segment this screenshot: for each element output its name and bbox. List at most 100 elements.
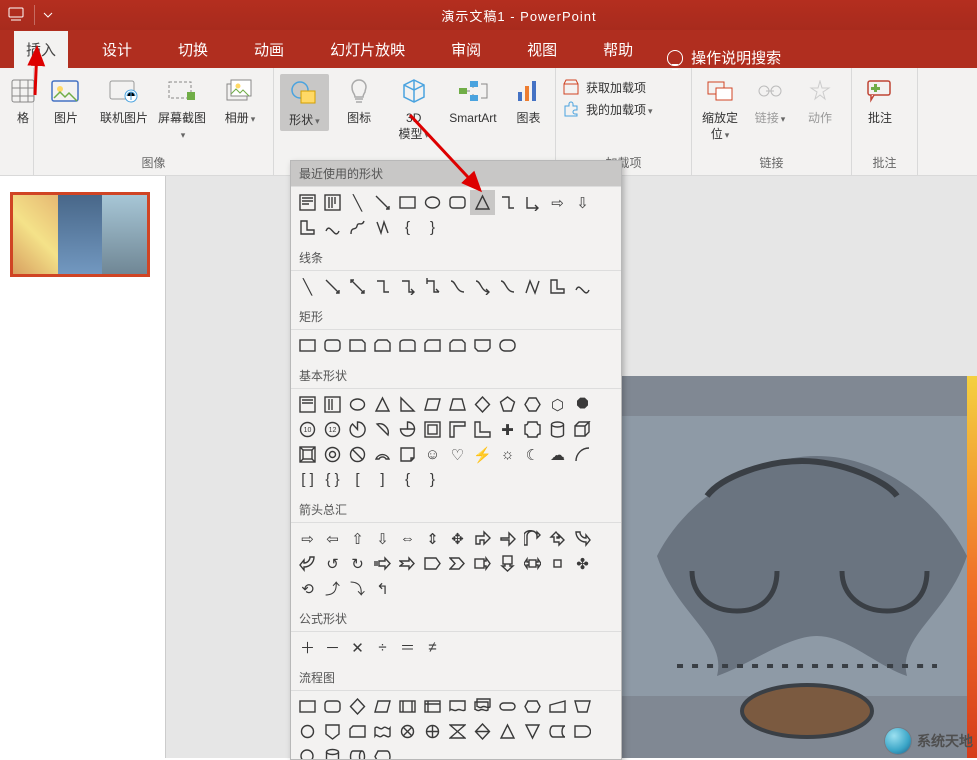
shape-b-octagon[interactable]: ⯃ <box>570 392 595 417</box>
shape-rect9[interactable] <box>495 333 520 358</box>
shape-fc-connector[interactable] <box>295 719 320 744</box>
shape-fc-manual-op[interactable] <box>570 694 595 719</box>
album-button[interactable]: 相册 <box>214 74 266 127</box>
shape-ar-lr[interactable]: ⇔ <box>395 526 420 551</box>
shape-b-lbrace[interactable]: { <box>395 467 420 492</box>
shape-b-arc[interactable] <box>570 442 595 467</box>
shape-fc-data[interactable] <box>370 694 395 719</box>
shape-b-oval[interactable] <box>345 392 370 417</box>
shape-b-diamond[interactable] <box>470 392 495 417</box>
shape-ar-chevron[interactable] <box>445 551 470 576</box>
shape-rect8[interactable] <box>470 333 495 358</box>
shape-eq-divide[interactable]: ÷ <box>370 635 395 660</box>
shape-ar-callout-lr[interactable] <box>520 551 545 576</box>
shape-line[interactable]: ╲ <box>345 190 370 215</box>
tab-help[interactable]: 帮助 <box>591 31 645 68</box>
shape-connector-elbow-arrow[interactable] <box>520 190 545 215</box>
shape-fc-offpage[interactable] <box>320 719 345 744</box>
shape-fc-predef[interactable] <box>395 694 420 719</box>
shape-ar-up[interactable]: ⇧ <box>345 526 370 551</box>
shape-curve-double[interactable] <box>495 274 520 299</box>
tab-design[interactable]: 设计 <box>90 31 144 68</box>
shape-b-brace[interactable]: { } <box>320 467 345 492</box>
presentation-mode-icon[interactable] <box>8 7 26 24</box>
shape-ar-ud[interactable]: ⇕ <box>420 526 445 551</box>
shape-ar-pentagon[interactable] <box>420 551 445 576</box>
shape-ar-leftup[interactable] <box>545 526 570 551</box>
shape-b-lbracket[interactable]: [ <box>345 467 370 492</box>
shape-rect5[interactable] <box>395 333 420 358</box>
shape-b-bracket[interactable]: [ ] <box>295 467 320 492</box>
shape-ar-curved-d[interactable]: ↻ <box>345 551 370 576</box>
shape-b2[interactable] <box>320 392 345 417</box>
shape-rect1[interactable] <box>295 333 320 358</box>
shape-b-nosymbol[interactable] <box>345 442 370 467</box>
shape-l[interactable] <box>295 215 320 240</box>
tab-slideshow[interactable]: 幻灯片放映 <box>318 31 417 68</box>
shape-arrow-line[interactable] <box>370 190 395 215</box>
shape-b-sun[interactable]: ☼ <box>495 442 520 467</box>
shape-b-rbracket[interactable]: ] <box>370 467 395 492</box>
shape-b-cube[interactable] <box>570 417 595 442</box>
shape-b-para[interactable] <box>420 392 445 417</box>
smartart-button[interactable]: SmartArt <box>444 74 502 127</box>
action-button[interactable]: 动作 <box>798 74 842 127</box>
shape-ar-circular[interactable]: ⟲ <box>295 576 320 601</box>
shape-fc-decision[interactable] <box>345 694 370 719</box>
shape-fc-multidoc[interactable] <box>470 694 495 719</box>
tab-transition[interactable]: 切换 <box>166 31 220 68</box>
shape-b-blockarc[interactable] <box>370 442 395 467</box>
shape-b-pentagon[interactable] <box>495 392 520 417</box>
icons-button[interactable]: 图标 <box>335 74 384 127</box>
tab-insert[interactable]: 插入 <box>14 31 68 68</box>
tab-view[interactable]: 视图 <box>515 31 569 68</box>
shape-fc-prep[interactable] <box>520 694 545 719</box>
shape-fc-process[interactable] <box>295 694 320 719</box>
shape-ar-left[interactable]: ⇦ <box>320 526 345 551</box>
shape-scribble2[interactable] <box>570 274 595 299</box>
get-addins-button[interactable]: 获取加载项 <box>562 78 685 96</box>
shape-b-frame[interactable] <box>420 417 445 442</box>
slide-thumbnail-1[interactable] <box>10 192 150 277</box>
shape-line-arrow[interactable] <box>320 274 345 299</box>
shape-arrow-right[interactable]: ⇨ <box>545 190 570 215</box>
shape-fc-terminator[interactable] <box>495 694 520 719</box>
shape-brace-right[interactable]: } <box>420 215 445 240</box>
shape-ar-callout-r[interactable] <box>470 551 495 576</box>
shape-ar-more1[interactable]: ⤴ <box>320 576 345 601</box>
shape-curve-conn[interactable] <box>445 274 470 299</box>
search-help[interactable]: 操作说明搜索 <box>667 47 781 68</box>
shape-ar-down[interactable]: ⇩ <box>370 526 395 551</box>
shape-b-corner[interactable] <box>470 417 495 442</box>
shape-fc-stored[interactable] <box>545 719 570 744</box>
online-picture-button[interactable]: 联机图片 <box>98 74 150 127</box>
shape-b-can[interactable] <box>545 417 570 442</box>
shape-b1[interactable] <box>295 392 320 417</box>
shape-ar-curved-r[interactable] <box>570 526 595 551</box>
shape-curve[interactable] <box>320 215 345 240</box>
zoom-button[interactable]: 缩放定位 <box>698 74 742 142</box>
shape-b-triangle[interactable] <box>370 392 395 417</box>
shape-b-halfframe[interactable] <box>445 417 470 442</box>
shape-fc-extract[interactable] <box>495 719 520 744</box>
tab-review[interactable]: 审阅 <box>439 31 493 68</box>
shape-b-bevel[interactable] <box>295 442 320 467</box>
shape-ar-callout-ud[interactable] <box>545 551 570 576</box>
shape-rect3[interactable] <box>345 333 370 358</box>
my-addins-button[interactable]: 我的加载项 <box>562 100 685 118</box>
shape-fc-delay[interactable] <box>570 719 595 744</box>
shape-rect6[interactable] <box>420 333 445 358</box>
shape-ar-curved-l[interactable] <box>295 551 320 576</box>
shape-fc-manual-input[interactable] <box>545 694 570 719</box>
shapes-button[interactable]: 形状 <box>280 74 329 131</box>
shape-b-smiley[interactable]: ☺ <box>420 442 445 467</box>
shape-rect2[interactable] <box>320 333 345 358</box>
shape-rect4[interactable] <box>370 333 395 358</box>
link-button[interactable]: 链接 <box>748 74 792 127</box>
shape-ar-bent[interactable] <box>470 526 495 551</box>
shape-b-moon[interactable]: ☾ <box>520 442 545 467</box>
shape-b-decagon[interactable]: 10 <box>295 417 320 442</box>
shape-elbow-double[interactable] <box>420 274 445 299</box>
shape-rectangle[interactable] <box>395 190 420 215</box>
qat-dropdown-icon[interactable] <box>43 10 53 20</box>
